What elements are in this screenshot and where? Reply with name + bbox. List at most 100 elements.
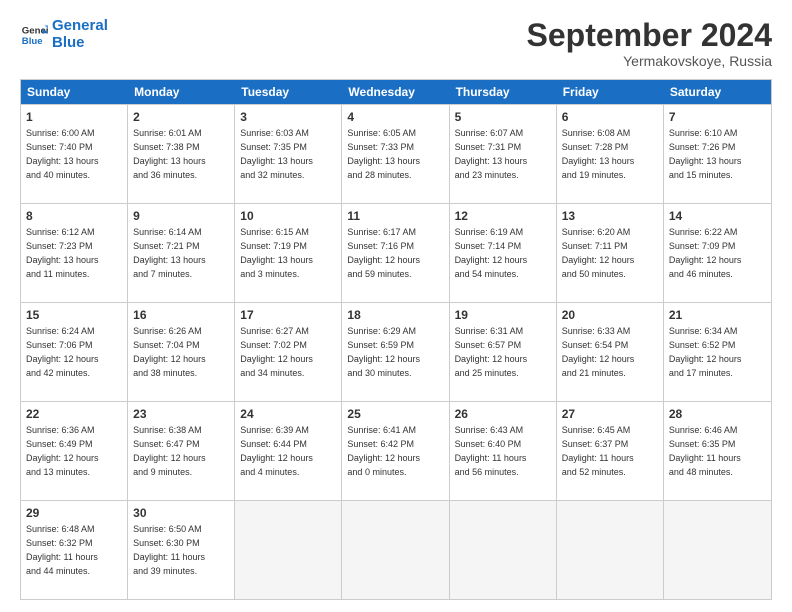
month-title: September 2024 [527,18,772,53]
cell-info: Sunrise: 6:17 AM Sunset: 7:16 PM Dayligh… [347,227,420,278]
day-number: 9 [133,208,229,224]
calendar-cell: 23 Sunrise: 6:38 AM Sunset: 6:47 PM Dayli… [128,402,235,500]
cell-info: Sunrise: 6:43 AM Sunset: 6:40 PM Dayligh… [455,425,527,476]
cell-info: Sunrise: 6:07 AM Sunset: 7:31 PM Dayligh… [455,128,528,179]
calendar-cell: 24 Sunrise: 6:39 AM Sunset: 6:44 PM Dayli… [235,402,342,500]
cal-header-day: Thursday [450,80,557,104]
cell-info: Sunrise: 6:20 AM Sunset: 7:11 PM Dayligh… [562,227,635,278]
logo-icon: General Blue [20,21,48,49]
logo: General Blue General Blue [20,18,108,51]
calendar-body: 1Sunrise: 6:00 AM Sunset: 7:40 PM Daylig… [21,104,771,599]
cal-header-day: Sunday [21,80,128,104]
calendar-cell: 22 Sunrise: 6:36 AM Sunset: 6:49 PM Dayli… [21,402,128,500]
day-number: 11 [347,208,443,224]
calendar-row: 29 Sunrise: 6:48 AM Sunset: 6:32 PM Dayli… [21,500,771,599]
calendar-cell: 13 Sunrise: 6:20 AM Sunset: 7:11 PM Dayli… [557,204,664,302]
day-number: 19 [455,307,551,323]
calendar-cell: 10Sunrise: 6:15 AM Sunset: 7:19 PM Dayli… [235,204,342,302]
day-number: 29 [26,505,122,521]
calendar-cell [235,501,342,599]
cell-info: Sunrise: 6:48 AM Sunset: 6:32 PM Dayligh… [26,524,98,575]
day-number: 8 [26,208,122,224]
cell-info: Sunrise: 6:27 AM Sunset: 7:02 PM Dayligh… [240,326,313,377]
cell-info: Sunrise: 6:39 AM Sunset: 6:44 PM Dayligh… [240,425,313,476]
calendar-cell: 8 Sunrise: 6:12 AM Sunset: 7:23 PM Daylig… [21,204,128,302]
calendar-cell: 28 Sunrise: 6:46 AM Sunset: 6:35 PM Dayli… [664,402,771,500]
cell-info: Sunrise: 6:46 AM Sunset: 6:35 PM Dayligh… [669,425,741,476]
cell-info: Sunrise: 6:01 AM Sunset: 7:38 PM Dayligh… [133,128,206,179]
cell-info: Sunrise: 6:33 AM Sunset: 6:54 PM Dayligh… [562,326,635,377]
calendar-cell: 30Sunrise: 6:50 AM Sunset: 6:30 PM Dayli… [128,501,235,599]
calendar-row: 22 Sunrise: 6:36 AM Sunset: 6:49 PM Dayli… [21,401,771,500]
day-number: 5 [455,109,551,125]
calendar-cell: 25 Sunrise: 6:41 AM Sunset: 6:42 PM Dayli… [342,402,449,500]
cell-info: Sunrise: 6:05 AM Sunset: 7:33 PM Dayligh… [347,128,420,179]
calendar-cell: 21Sunrise: 6:34 AM Sunset: 6:52 PM Dayli… [664,303,771,401]
calendar-cell: 16Sunrise: 6:26 AM Sunset: 7:04 PM Dayli… [128,303,235,401]
logo-line2: Blue [52,34,85,51]
cal-header-day: Monday [128,80,235,104]
calendar-cell: 14Sunrise: 6:22 AM Sunset: 7:09 PM Dayli… [664,204,771,302]
cal-header-day: Friday [557,80,664,104]
logo-text: General Blue [52,18,108,51]
calendar-cell: 11 Sunrise: 6:17 AM Sunset: 7:16 PM Dayli… [342,204,449,302]
cell-info: Sunrise: 6:26 AM Sunset: 7:04 PM Dayligh… [133,326,206,377]
calendar-row: 15Sunrise: 6:24 AM Sunset: 7:06 PM Dayli… [21,302,771,401]
cell-info: Sunrise: 6:45 AM Sunset: 6:37 PM Dayligh… [562,425,634,476]
day-number: 26 [455,406,551,422]
day-number: 17 [240,307,336,323]
cell-info: Sunrise: 6:29 AM Sunset: 6:59 PM Dayligh… [347,326,420,377]
calendar-cell: 6Sunrise: 6:08 AM Sunset: 7:28 PM Daylig… [557,105,664,203]
day-number: 7 [669,109,766,125]
day-number: 23 [133,406,229,422]
cell-info: Sunrise: 6:12 AM Sunset: 7:23 PM Dayligh… [26,227,99,278]
calendar: SundayMondayTuesdayWednesdayThursdayFrid… [20,79,772,600]
calendar-cell [342,501,449,599]
cell-info: Sunrise: 6:50 AM Sunset: 6:30 PM Dayligh… [133,524,205,575]
logo-line1: General [52,17,108,34]
day-number: 14 [669,208,766,224]
day-number: 4 [347,109,443,125]
calendar-cell: 12 Sunrise: 6:19 AM Sunset: 7:14 PM Dayli… [450,204,557,302]
title-block: September 2024 Yermakovskoye, Russia [527,18,772,69]
cell-info: Sunrise: 6:41 AM Sunset: 6:42 PM Dayligh… [347,425,420,476]
day-number: 20 [562,307,658,323]
calendar-cell: 1Sunrise: 6:00 AM Sunset: 7:40 PM Daylig… [21,105,128,203]
calendar-cell: 17 Sunrise: 6:27 AM Sunset: 7:02 PM Dayli… [235,303,342,401]
cal-header-day: Tuesday [235,80,342,104]
header: General Blue General Blue September 2024… [20,18,772,69]
calendar-cell: 26 Sunrise: 6:43 AM Sunset: 6:40 PM Dayli… [450,402,557,500]
day-number: 15 [26,307,122,323]
cell-info: Sunrise: 6:08 AM Sunset: 7:28 PM Dayligh… [562,128,635,179]
calendar-cell: 18 Sunrise: 6:29 AM Sunset: 6:59 PM Dayli… [342,303,449,401]
calendar-cell: 29 Sunrise: 6:48 AM Sunset: 6:32 PM Dayli… [21,501,128,599]
calendar-cell: 19 Sunrise: 6:31 AM Sunset: 6:57 PM Dayli… [450,303,557,401]
calendar-cell: 7Sunrise: 6:10 AM Sunset: 7:26 PM Daylig… [664,105,771,203]
day-number: 12 [455,208,551,224]
calendar-row: 1Sunrise: 6:00 AM Sunset: 7:40 PM Daylig… [21,104,771,203]
calendar-cell: 9 Sunrise: 6:14 AM Sunset: 7:21 PM Daylig… [128,204,235,302]
cell-info: Sunrise: 6:31 AM Sunset: 6:57 PM Dayligh… [455,326,528,377]
calendar-cell [450,501,557,599]
cell-info: Sunrise: 6:38 AM Sunset: 6:47 PM Dayligh… [133,425,206,476]
calendar-cell: 5 Sunrise: 6:07 AM Sunset: 7:31 PM Daylig… [450,105,557,203]
cell-info: Sunrise: 6:14 AM Sunset: 7:21 PM Dayligh… [133,227,206,278]
day-number: 13 [562,208,658,224]
day-number: 1 [26,109,122,125]
cell-info: Sunrise: 6:15 AM Sunset: 7:19 PM Dayligh… [240,227,313,278]
calendar-cell [664,501,771,599]
cell-info: Sunrise: 6:36 AM Sunset: 6:49 PM Dayligh… [26,425,99,476]
day-number: 28 [669,406,766,422]
cell-info: Sunrise: 6:19 AM Sunset: 7:14 PM Dayligh… [455,227,528,278]
day-number: 18 [347,307,443,323]
calendar-cell: 2Sunrise: 6:01 AM Sunset: 7:38 PM Daylig… [128,105,235,203]
day-number: 24 [240,406,336,422]
day-number: 25 [347,406,443,422]
calendar-cell: 4 Sunrise: 6:05 AM Sunset: 7:33 PM Daylig… [342,105,449,203]
cell-info: Sunrise: 6:34 AM Sunset: 6:52 PM Dayligh… [669,326,742,377]
day-number: 22 [26,406,122,422]
calendar-cell: 15Sunrise: 6:24 AM Sunset: 7:06 PM Dayli… [21,303,128,401]
calendar-cell [557,501,664,599]
page: General Blue General Blue September 2024… [0,0,792,612]
cal-header-day: Saturday [664,80,771,104]
